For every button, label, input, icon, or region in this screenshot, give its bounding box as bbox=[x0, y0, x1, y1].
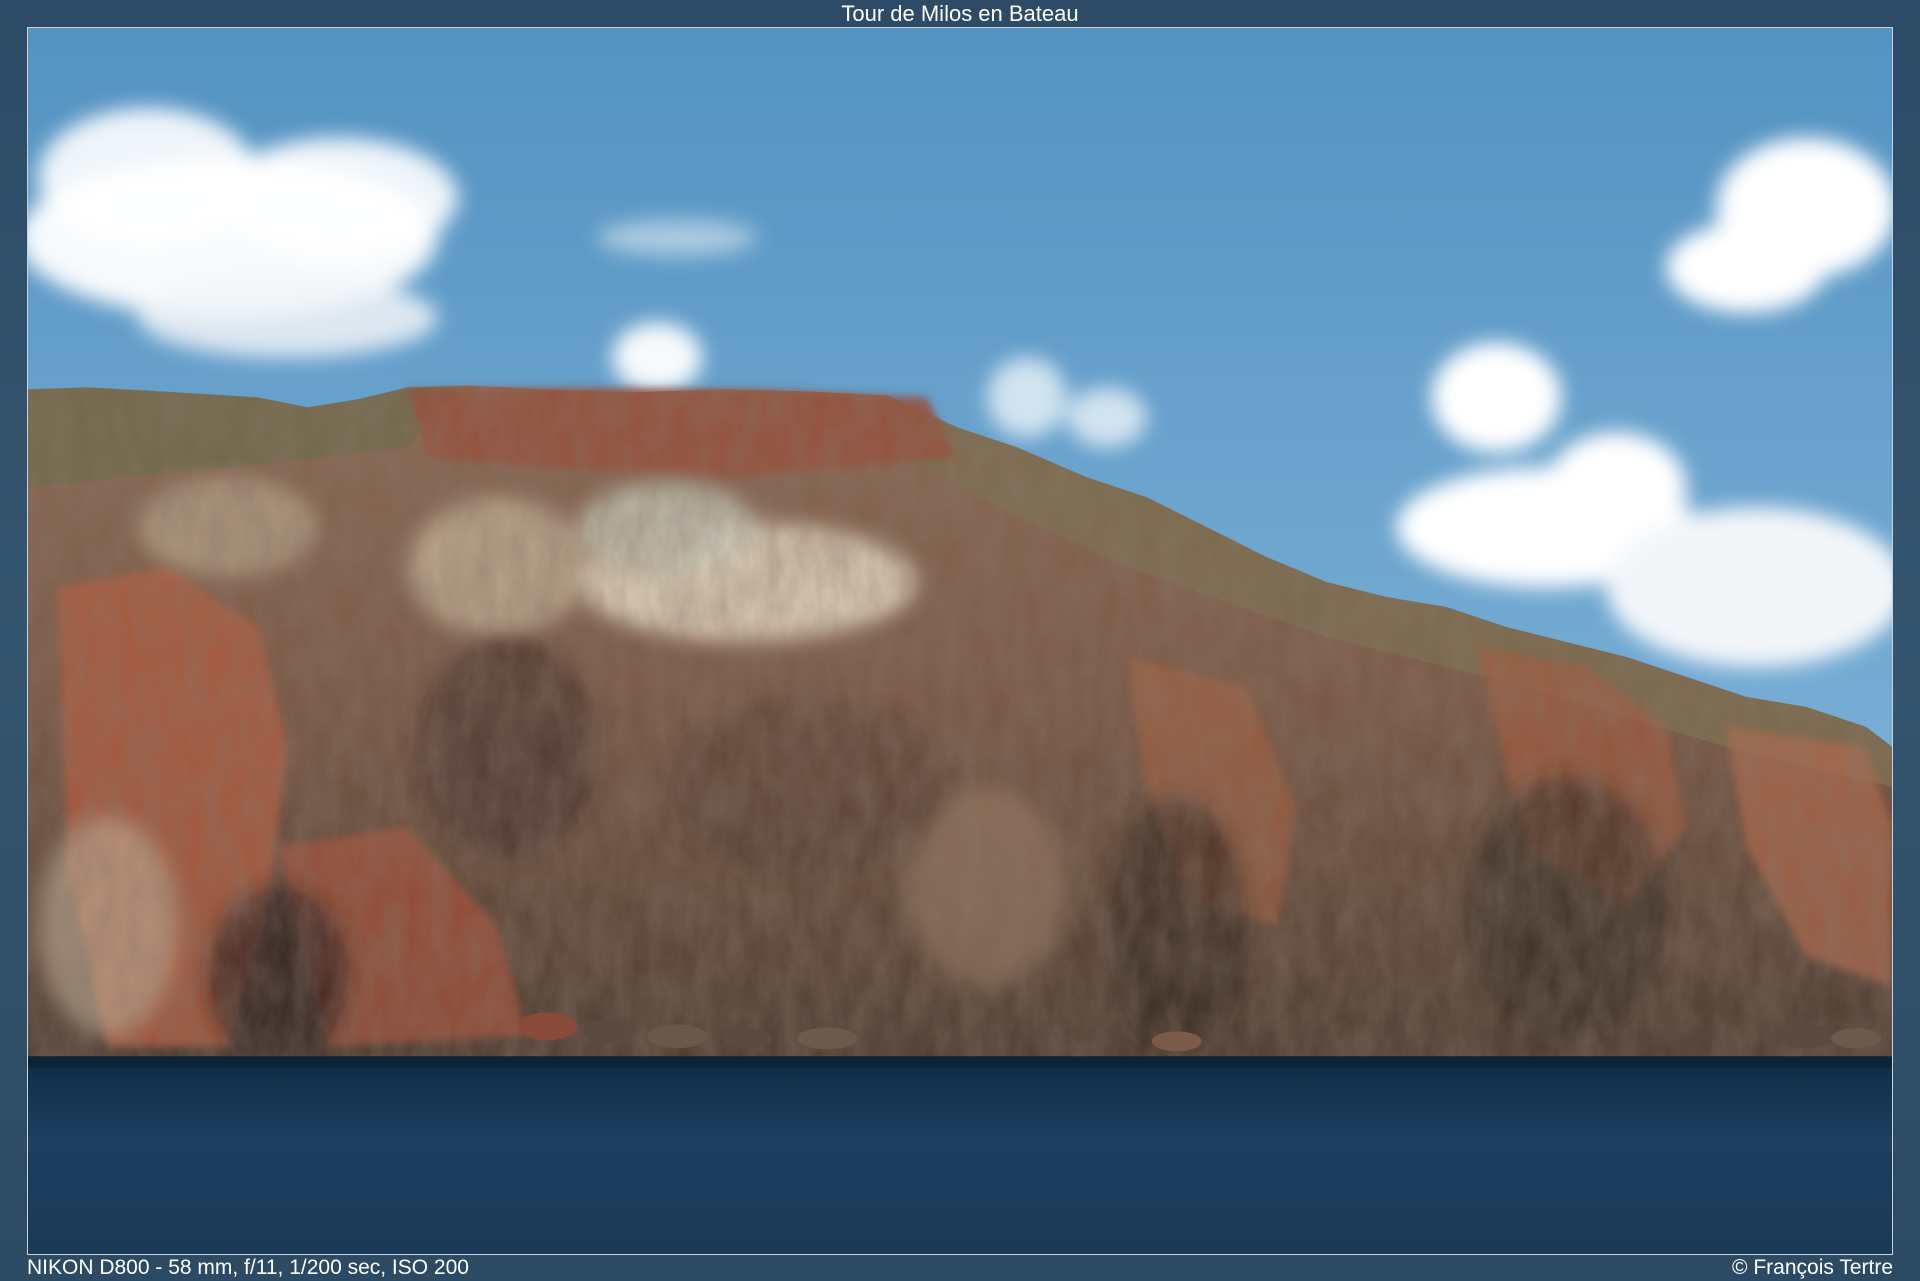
photo-title: Tour de Milos en Bateau bbox=[841, 1, 1079, 26]
photo-viewer: Tour de Milos en Bateau NIKON D800 - 58 … bbox=[0, 0, 1920, 1281]
photo bbox=[27, 27, 1893, 1255]
copyright-caption: © François Tertre bbox=[1732, 1256, 1893, 1279]
sea bbox=[28, 1056, 1892, 1254]
exif-caption: NIKON D800 - 58 mm, f/11, 1/200 sec, ISO… bbox=[27, 1256, 469, 1279]
waterline-shadow bbox=[28, 1056, 1892, 1069]
cliff-seascape-image bbox=[28, 28, 1892, 1254]
